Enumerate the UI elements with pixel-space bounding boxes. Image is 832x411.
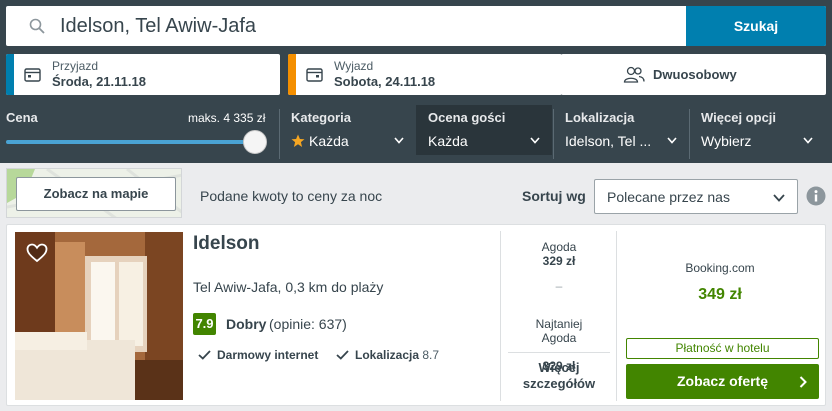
filter-divider (553, 109, 554, 159)
price-max-label: maks. 4 335 zł (188, 111, 266, 125)
checkout-value: Sobota, 24.11.18 (334, 74, 436, 89)
chevron-down-icon (773, 194, 785, 202)
deal-site: Najtaniej Agoda (535, 317, 583, 345)
location-filter-value[interactable]: Idelson, Tel ... (565, 133, 651, 149)
chevron-down-icon[interactable] (394, 137, 404, 144)
map-preview[interactable]: Zobacz na mapie (6, 168, 182, 218)
column-divider (616, 231, 617, 401)
chevron-right-icon (799, 376, 807, 388)
amenity-label: Lokalizacja 8.7 (355, 348, 439, 362)
best-deal-price[interactable]: 349 zł (620, 286, 820, 304)
chevron-down-icon[interactable] (803, 137, 813, 144)
checkin-value: Środa, 21.11.18 (52, 74, 146, 89)
room-type-label: Dwuosobowy (653, 67, 737, 82)
rating-filter-label: Ocena gości (428, 110, 506, 125)
checkin-color-bar (6, 54, 14, 95)
filter-divider (689, 109, 690, 159)
price-filter-label: Cena (6, 110, 38, 125)
location-filter-label: Lokalizacja (565, 110, 635, 125)
deal-separator: – (555, 279, 563, 293)
amenity-score: 8.7 (422, 348, 440, 362)
hotel-card: Idelson Tel Awiw-Jafa, 0,3 km do plaży 7… (6, 224, 826, 406)
filter-divider (279, 109, 280, 159)
heart-icon[interactable] (26, 243, 48, 263)
rating-count[interactable]: (opinie: 637) (269, 316, 347, 332)
deal-agoda[interactable]: Agoda 329 zł (508, 240, 610, 268)
search-input[interactable] (60, 12, 680, 40)
hotel-photo[interactable] (15, 232, 183, 400)
view-offer-button[interactable]: Zobacz ofertę (626, 364, 819, 399)
deal-divider (508, 352, 610, 353)
people-icon (623, 66, 645, 83)
search-icon (29, 18, 45, 34)
hotel-location: Tel Awiw-Jafa, 0,3 km do plaży (193, 279, 384, 295)
rating-score-badge: 7.9 (193, 313, 216, 335)
info-icon[interactable] (806, 186, 826, 206)
checkmark-icon (336, 350, 349, 360)
room-type-button[interactable]: Dwuosobowy (561, 54, 826, 95)
filters-bar: Cena maks. 4 335 zł Kategoria Każda Ocen… (0, 105, 832, 163)
checkin-field[interactable]: Przyjazd Środa, 21.11.18 (6, 54, 280, 95)
rating-word: Dobry (226, 316, 267, 332)
deal-price: 329 zł (542, 254, 576, 268)
column-divider (500, 231, 501, 401)
search-button[interactable]: Szukaj (686, 6, 826, 46)
top-bar: Szukaj Przyjazd Środa, 21.11.18 Wyjazd S… (0, 0, 832, 163)
rating-filter-value[interactable]: Każda (428, 133, 468, 149)
amenity-label-text: Lokalizacja (355, 348, 420, 362)
price-slider-handle[interactable] (243, 130, 267, 154)
checkin-label: Przyjazd (52, 59, 99, 73)
calendar-icon (306, 68, 323, 82)
checkout-color-bar (288, 54, 296, 95)
chevron-down-icon[interactable] (667, 137, 677, 144)
category-filter-label: Kategoria (291, 110, 351, 125)
amenity-label: Darmowy internet (217, 348, 319, 362)
view-on-map-button[interactable]: Zobacz na mapie (16, 177, 176, 211)
category-filter-value[interactable]: Każda (309, 133, 349, 149)
sort-select[interactable]: Polecane przez nas (594, 179, 798, 214)
search-bar: Szukaj (6, 6, 826, 46)
checkout-label: Wyjazd (334, 59, 374, 73)
pay-at-hotel-badge: Płatność w hotelu (626, 338, 819, 359)
hotel-name[interactable]: Idelson (193, 233, 260, 255)
chevron-down-icon[interactable] (530, 137, 540, 144)
checkmark-icon (198, 350, 211, 360)
more-details-link[interactable]: Więcej szczegółów (508, 360, 610, 392)
price-slider-track[interactable] (6, 140, 256, 144)
sort-select-value: Polecane przez nas (607, 189, 730, 205)
view-offer-label: Zobacz ofertę (676, 373, 768, 389)
star-icon (291, 134, 305, 147)
price-note: Podane kwoty to ceny za noc (200, 188, 383, 204)
more-options-label: Więcej opcji (701, 110, 777, 125)
more-options-value[interactable]: Wybierz (701, 133, 751, 149)
calendar-icon (24, 68, 41, 82)
checkout-field[interactable]: Wyjazd Sobota, 24.11.18 (288, 54, 562, 95)
best-deal-site: Booking.com (685, 261, 755, 275)
sort-label: Sortuj wg (522, 188, 586, 204)
deal-site: Agoda (541, 240, 577, 254)
